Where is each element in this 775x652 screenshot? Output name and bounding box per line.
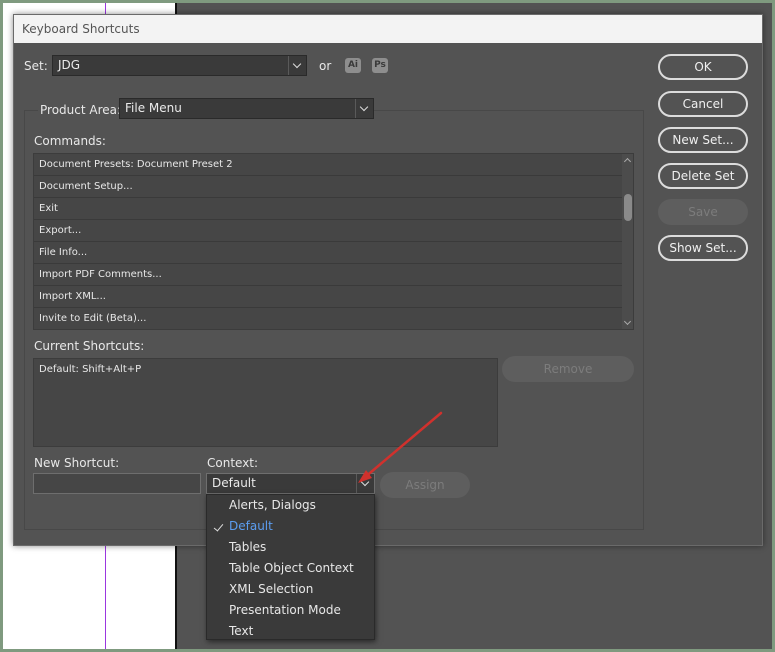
annotation-arrow-icon	[358, 411, 443, 483]
